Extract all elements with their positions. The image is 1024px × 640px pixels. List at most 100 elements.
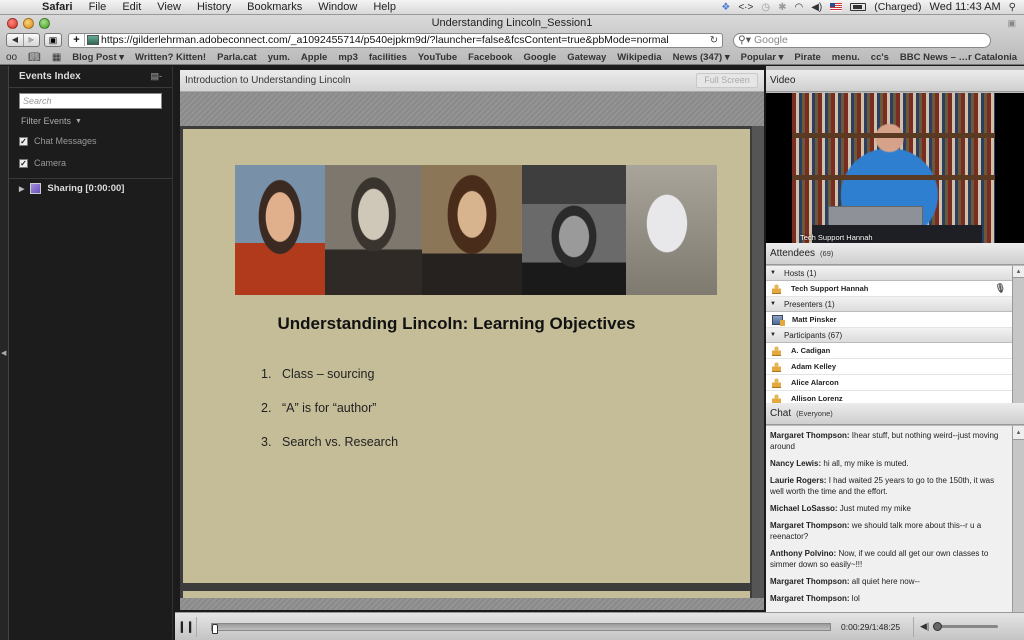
chat-author: Margaret Thompson: bbox=[770, 594, 850, 603]
checkbox-checked-icon[interactable]: ✓ bbox=[19, 158, 28, 168]
attendee-row[interactable]: Allison Lorenz bbox=[766, 391, 1012, 403]
bookmarks-book-icon[interactable]: 📖︎ bbox=[28, 52, 41, 63]
screenshot-extension-button[interactable]: ▣ bbox=[44, 33, 62, 47]
menu-window[interactable]: Window bbox=[310, 1, 365, 13]
bookmark-item[interactable]: BBC News – …r Catalonia bbox=[900, 52, 1017, 63]
bookmark-item[interactable]: yum. bbox=[268, 52, 290, 63]
item-text: Search vs. Research bbox=[282, 435, 399, 449]
bookmark-item[interactable]: YouTube bbox=[418, 52, 457, 63]
url-field[interactable]: https://gilderlehrman.adobeconnect.com/_… bbox=[101, 34, 706, 46]
group-label: Participants (67) bbox=[783, 330, 843, 340]
filter-camera[interactable]: ✓ Camera bbox=[19, 156, 172, 170]
speaker-icon[interactable]: ◀| bbox=[920, 621, 929, 632]
bookmark-item[interactable]: Gateway bbox=[567, 52, 606, 63]
group-header-presenters[interactable]: ▼ Presenters (1) bbox=[766, 297, 1012, 312]
time-machine-icon[interactable]: ◷ bbox=[761, 2, 770, 13]
playhead-handle[interactable] bbox=[211, 623, 218, 634]
search-placeholder: Google bbox=[753, 34, 788, 46]
bookmark-item[interactable]: cc's bbox=[871, 52, 889, 63]
menu-view[interactable]: View bbox=[149, 1, 189, 13]
attendee-row[interactable]: A. Cadigan bbox=[766, 343, 1012, 359]
menu-bookmarks[interactable]: Bookmarks bbox=[239, 1, 310, 13]
divider bbox=[9, 178, 172, 179]
slide-scrollbar[interactable] bbox=[752, 126, 764, 598]
bookmark-item[interactable]: Popular ▾ bbox=[741, 52, 784, 63]
menu-edit[interactable]: Edit bbox=[114, 1, 149, 13]
bluetooth-icon[interactable]: ✱ bbox=[778, 2, 786, 13]
sharing-label: Sharing [0:00:00] bbox=[47, 183, 125, 194]
chat-scrollbar[interactable]: ▴ bbox=[1012, 426, 1024, 612]
attendee-row[interactable]: Alice Alarcon bbox=[766, 375, 1012, 391]
checkbox-checked-icon[interactable]: ✓ bbox=[19, 136, 28, 146]
menu-safari[interactable]: Safari bbox=[34, 1, 81, 13]
collapse-arrow-icon[interactable]: ◀ bbox=[1, 349, 6, 357]
scroll-up-icon[interactable]: ▴ bbox=[1013, 266, 1024, 278]
volume-slider[interactable] bbox=[933, 622, 999, 631]
menu-help[interactable]: Help bbox=[365, 1, 404, 13]
dropbox-icon[interactable]: ❖ bbox=[721, 2, 730, 13]
share-pod-title: Introduction to Understanding Lincoln bbox=[185, 75, 351, 86]
battery-icon[interactable] bbox=[850, 3, 867, 11]
remote-icon[interactable]: <·> bbox=[738, 2, 753, 13]
bookmark-item[interactable]: Written? Kitten! bbox=[135, 52, 206, 63]
filter-events-dropdown[interactable]: Filter Events ▼ bbox=[21, 116, 172, 126]
chat-message: Michael LoSasso: Just muted my mike bbox=[770, 503, 1008, 514]
volume-handle[interactable] bbox=[933, 622, 943, 631]
filter-chat-messages[interactable]: ✓ Chat Messages bbox=[19, 134, 172, 148]
sidebar-collapse-strip[interactable]: ◀ bbox=[0, 66, 8, 640]
clock[interactable]: Wed 11:43 AM bbox=[930, 1, 1001, 13]
input-flag-icon[interactable] bbox=[830, 3, 843, 11]
bookmark-item[interactable]: News (347) ▾ bbox=[673, 52, 730, 63]
menu-file[interactable]: File bbox=[81, 1, 115, 13]
presenter-icon bbox=[772, 314, 785, 326]
video-feed[interactable]: Tech Support Hannah bbox=[792, 93, 995, 243]
attendee-row[interactable]: Adam Kelley bbox=[766, 359, 1012, 375]
reload-icon[interactable]: ↻ bbox=[706, 35, 722, 46]
search-field[interactable]: ⚲▾ Google bbox=[733, 32, 991, 48]
bookmark-item[interactable]: menu. bbox=[832, 52, 860, 63]
forward-button[interactable]: ▶ bbox=[23, 34, 39, 46]
collapse-triangle-icon[interactable]: ▼ bbox=[770, 270, 776, 276]
wifi-icon[interactable]: ◠ bbox=[794, 2, 803, 13]
event-sharing-item[interactable]: ▶ Sharing [0:00:00] bbox=[9, 183, 172, 194]
attendees-scrollbar[interactable]: ▴ bbox=[1012, 266, 1024, 403]
chat-message: Margaret Thompson: we should talk more a… bbox=[770, 520, 1008, 542]
video-shelf bbox=[792, 133, 995, 138]
scroll-up-icon[interactable]: ▴ bbox=[1013, 426, 1024, 440]
reading-list-icon[interactable]: oo bbox=[6, 52, 17, 63]
bookmark-item[interactable]: Parla.cat bbox=[217, 52, 257, 63]
playback-timeline[interactable] bbox=[211, 622, 831, 634]
attendees-count: (69) bbox=[820, 249, 834, 258]
add-bookmark-button[interactable]: + bbox=[69, 34, 85, 46]
attendee-row[interactable]: Matt Pinsker bbox=[766, 312, 1012, 328]
pause-button[interactable]: ❙❙ bbox=[175, 616, 197, 637]
menu-history[interactable]: History bbox=[189, 1, 239, 13]
events-search-input[interactable]: Search bbox=[19, 93, 162, 109]
bookmark-item[interactable]: Wikipedia bbox=[617, 52, 661, 63]
back-button[interactable]: ◀ bbox=[7, 34, 23, 46]
expand-triangle-icon[interactable]: ▶ bbox=[19, 185, 24, 193]
full-screen-button[interactable]: Full Screen bbox=[696, 73, 758, 88]
video-pod-title: Video bbox=[770, 75, 796, 86]
group-header-hosts[interactable]: ▼ Hosts (1) bbox=[766, 266, 1012, 281]
top-sites-icon[interactable]: ▦ bbox=[52, 52, 61, 63]
collapse-triangle-icon[interactable]: ▼ bbox=[770, 332, 776, 338]
bookmark-item[interactable]: Blog Post ▾ bbox=[72, 52, 124, 63]
bookmark-item[interactable]: Pirate bbox=[794, 52, 820, 63]
attendee-name: Alice Alarcon bbox=[791, 378, 839, 387]
bookmark-item[interactable]: Google bbox=[523, 52, 556, 63]
spotlight-icon[interactable]: ⚲ bbox=[1009, 2, 1016, 13]
group-header-participants[interactable]: ▼ Participants (67) bbox=[766, 328, 1012, 343]
attendee-row[interactable]: Tech Support Hannah 🎙︎ bbox=[766, 281, 1012, 297]
bookmark-item[interactable]: Apple bbox=[301, 52, 327, 63]
panel-menu-icon[interactable]: ▤- bbox=[150, 71, 162, 82]
bookmark-item[interactable]: Facebook bbox=[468, 52, 512, 63]
bookmarks-bar: oo 📖︎ ▦ Blog Post ▾ Written? Kitten! Par… bbox=[0, 49, 1024, 65]
video-laptop bbox=[828, 206, 923, 226]
address-bar[interactable]: + https://gilderlehrman.adobeconnect.com… bbox=[68, 32, 723, 48]
chat-scope[interactable]: (Everyone) bbox=[796, 409, 833, 418]
bookmark-item[interactable]: facilities bbox=[369, 52, 407, 63]
collapse-triangle-icon[interactable]: ▼ bbox=[770, 301, 776, 307]
volume-icon[interactable]: ◀) bbox=[811, 2, 822, 13]
bookmark-item[interactable]: mp3 bbox=[338, 52, 358, 63]
